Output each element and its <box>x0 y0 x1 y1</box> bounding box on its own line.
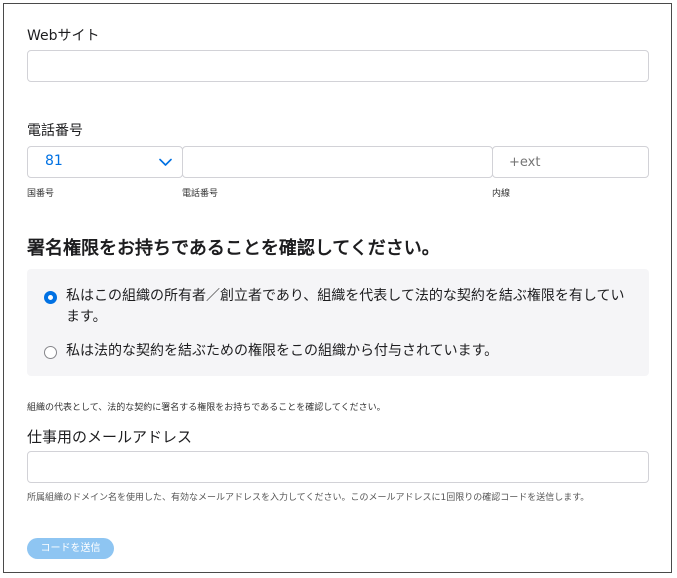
signing-authority-heading: 署名権限をお持ちであることを確認してください。 <box>27 238 440 259</box>
radio-selected-icon[interactable] <box>44 291 57 304</box>
work-email-help: 所属組織のドメイン名を使用した、有効なメールアドレスを入力してください。このメー… <box>27 493 590 503</box>
chevron-down-icon <box>159 158 172 166</box>
work-email-input[interactable] <box>27 451 649 483</box>
website-input[interactable] <box>27 50 649 82</box>
extension-sublabel: 内線 <box>492 189 511 199</box>
country-code-select[interactable]: 81 <box>27 146 183 178</box>
phone-number-sublabel: 電話番号 <box>182 189 219 199</box>
signing-authority-options: 私はこの組織の所有者／創立者であり、組織を代表して法的な契約を結ぶ権限を有してい… <box>27 269 649 376</box>
website-label: Webサイト <box>27 28 100 44</box>
extension-input[interactable] <box>492 146 649 178</box>
authority-option-delegated-label: 私は法的な契約を結ぶための権限をこの組織から付与されています。 <box>66 343 499 359</box>
send-code-button[interactable]: コードを送信 <box>27 538 114 559</box>
radio-unselected-icon[interactable] <box>44 346 57 359</box>
country-code-sublabel: 国番号 <box>27 189 55 199</box>
phone-number-input[interactable] <box>182 146 493 178</box>
signing-authority-note: 組織の代表として、法的な契約に署名する権限をお持ちであることを確認してください。 <box>27 403 386 413</box>
country-code-value: 81 <box>45 153 63 169</box>
work-email-label: 仕事用のメールアドレス <box>27 428 193 446</box>
authority-option-owner-label: 私はこの組織の所有者／創立者であり、組織を代表して法的な契約を結ぶ権限を有してい… <box>66 288 625 325</box>
phone-label: 電話番号 <box>27 123 83 139</box>
